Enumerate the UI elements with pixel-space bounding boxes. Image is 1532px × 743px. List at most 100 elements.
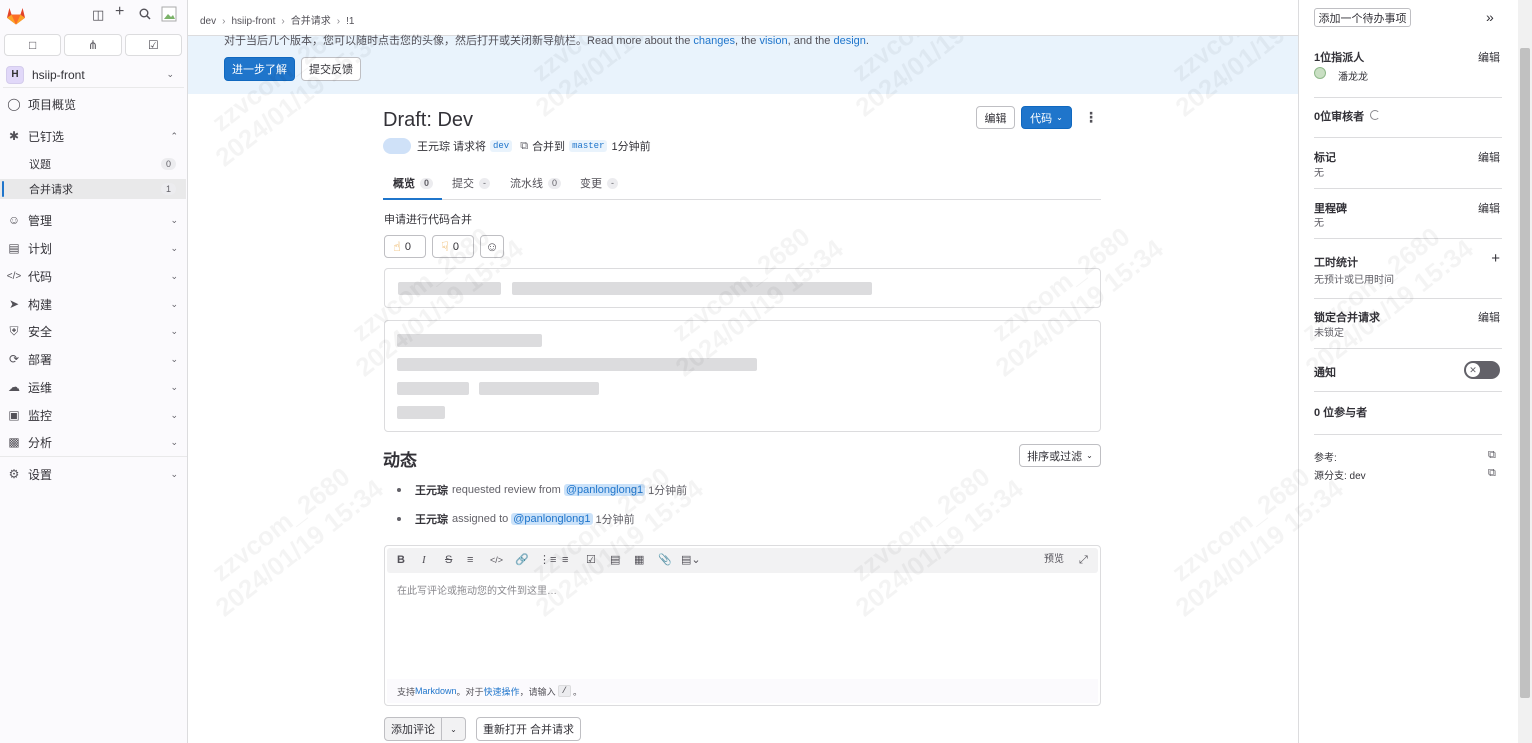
avatar-icon[interactable] <box>161 6 177 25</box>
notifications-title: 通知 <box>1314 367 1336 379</box>
nav-manage[interactable]: ☺ 管理 ⌄ <box>0 208 188 232</box>
nav-label: 分析 <box>28 435 53 450</box>
link-icon[interactable]: 🔗 <box>515 553 529 567</box>
add-time-icon[interactable]: + <box>1491 250 1500 267</box>
breadcrumb-item[interactable]: dev <box>200 16 216 27</box>
add-reaction-button[interactable]: ☺ <box>480 235 504 258</box>
assignee-name[interactable]: 潘龙龙 <box>1338 68 1368 83</box>
nav-monitor[interactable]: ▣ 监控 ⌄ <box>0 403 188 427</box>
search-icon[interactable] <box>139 8 151 23</box>
nav-code[interactable]: </> 代码 ⌄ <box>0 264 188 288</box>
italic-icon[interactable]: I <box>422 553 426 567</box>
gitlab-logo-icon[interactable] <box>6 6 26 25</box>
issues-tab-icon[interactable]: □ <box>4 34 62 56</box>
design-link[interactable]: design <box>833 35 865 47</box>
nav-operate[interactable]: ☁ 运维 ⌄ <box>0 375 188 399</box>
code-dropdown-button[interactable]: 代码 ⌄ <box>1021 106 1072 129</box>
event-user[interactable]: 王元琮 <box>415 511 448 527</box>
assignee-avatar[interactable] <box>1314 67 1326 79</box>
tab-commits[interactable]: 提交 - <box>452 175 490 191</box>
project-switcher[interactable]: H hsiip-front ⌄ <box>3 62 184 88</box>
author-name[interactable]: 王元琮 <box>417 138 450 154</box>
strikethrough-icon[interactable]: S <box>445 553 452 567</box>
source-branch-tag[interactable]: dev <box>490 140 513 152</box>
chevron-down-icon: ⌄ <box>170 325 178 336</box>
nav-label: 构建 <box>28 297 53 312</box>
learn-more-button[interactable]: 进一步了解 <box>224 57 295 81</box>
code-icon[interactable]: </> <box>490 553 503 567</box>
sort-filter-dropdown[interactable]: 排序或过滤 ⌄ <box>1019 444 1101 467</box>
thumbs-up-button[interactable]: ☝ 0 <box>384 235 426 258</box>
mr-meta: 王元琮 请求将 dev ⧉ 合并到 master 1分钟前 <box>383 138 651 154</box>
thumbs-down-button[interactable]: ☟ 0 <box>432 235 474 258</box>
user-mention[interactable]: @panlonglong1 <box>511 513 593 525</box>
comment-template-icon[interactable]: ▤⌄ <box>681 553 701 567</box>
milestone-edit-link[interactable]: 编辑 <box>1478 200 1500 216</box>
nav-settings[interactable]: ⚙ 设置 ⌄ <box>0 462 188 486</box>
nav-analyze[interactable]: ▩ 分析 ⌄ <box>0 430 188 454</box>
todo-tab-icon[interactable]: ☑ <box>124 34 182 56</box>
slash-code: / <box>557 685 571 697</box>
breadcrumb-item[interactable]: hsiip-front <box>231 16 275 27</box>
thumbs-down-count: 0 <box>452 240 460 253</box>
nav-pinned-merge-requests[interactable]: 合并请求 1 <box>0 179 186 199</box>
nav-deploy[interactable]: ⟳ 部署 ⌄ <box>0 347 188 371</box>
comment-textarea[interactable]: 在此写评论或拖动您的文件到这里… <box>397 582 557 597</box>
table-icon[interactable]: ▦ <box>634 553 644 567</box>
changes-link[interactable]: changes <box>693 35 735 47</box>
breadcrumb-item[interactable]: 合并请求 <box>291 16 331 27</box>
preview-button[interactable]: 预览 <box>1044 553 1064 567</box>
task-list-icon[interactable]: ☑ <box>586 553 596 567</box>
nav-label: 合并请求 <box>29 184 73 196</box>
nav-security[interactable]: ⛨ 安全 ⌄ <box>0 319 188 343</box>
assignee-edit-link[interactable]: 编辑 <box>1478 49 1500 65</box>
bold-icon[interactable]: B <box>397 553 405 567</box>
collapsible-icon[interactable]: ▤ <box>610 553 620 567</box>
sidebar-toggle-icon[interactable]: ◫ <box>92 8 104 22</box>
nav-project-overview[interactable]: ◯ 项目概览 <box>0 92 188 116</box>
reopen-mr-button[interactable]: 重新打开 合并请求 <box>476 717 581 741</box>
attach-icon[interactable]: 📎 <box>658 553 672 567</box>
nav-pinned[interactable]: ✱ 已钉选 ⌃ <box>0 124 188 148</box>
tab-pipelines[interactable]: 流水线 0 <box>510 175 562 191</box>
merge-requests-tab-icon[interactable]: ⋔ <box>64 34 122 56</box>
copy-reference-icon[interactable]: ⧉ <box>1488 449 1496 462</box>
fullscreen-icon[interactable]: ⤢ <box>1079 553 1088 567</box>
editor-footer: 支持 Markdown 。对于 快速操作 ，请输入 /。 <box>387 679 1098 703</box>
markdown-link[interactable]: Markdown <box>415 686 457 696</box>
user-mention[interactable]: @panlonglong1 <box>563 484 646 496</box>
add-comment-button[interactable]: 添加评论 <box>384 717 442 741</box>
copy-branch-icon[interactable]: ⧉ <box>1488 467 1496 480</box>
plus-icon[interactable]: + <box>115 4 124 20</box>
tab-overview[interactable]: 概览 0 <box>393 175 434 191</box>
feedback-button[interactable]: 提交反馈 <box>301 57 361 81</box>
quick-actions-link[interactable]: 快速操作 <box>484 685 520 698</box>
breadcrumb-item[interactable]: !1 <box>346 16 354 27</box>
chevron-down-icon: ⌄ <box>170 353 178 364</box>
nav-pinned-issues[interactable]: 议题 0 <box>0 154 186 174</box>
target-branch-tag[interactable]: master <box>569 140 608 152</box>
project-icon: ◯ <box>7 97 21 111</box>
more-actions-icon[interactable]: ⋮ <box>1084 109 1098 125</box>
lock-edit-link[interactable]: 编辑 <box>1478 309 1500 325</box>
vision-link[interactable]: vision <box>759 35 787 47</box>
nav-build[interactable]: ➤ 构建 ⌄ <box>0 292 188 316</box>
nav-plan[interactable]: ▤ 计划 ⌄ <box>0 236 188 260</box>
copy-icon[interactable]: ⧉ <box>520 140 528 153</box>
comment-options-dropdown[interactable]: ⌄ <box>441 717 466 741</box>
quote-icon[interactable]: ≡ <box>467 553 473 567</box>
event-action: requested review from <box>452 484 561 496</box>
banner-text-part: 对于当后几个版本，您可以随时点击您的头像，然后打开或关闭新导航栏。Read mo… <box>224 35 694 47</box>
watermark-line: 2024/01/19 15:34 <box>210 473 389 622</box>
bullet-list-icon[interactable]: ⋮≡ <box>539 553 556 567</box>
author-avatar[interactable] <box>383 138 411 154</box>
edit-button[interactable]: 编辑 <box>976 106 1015 129</box>
collapse-sidebar-icon[interactable]: » <box>1486 9 1494 25</box>
scrollbar-thumb[interactable] <box>1520 48 1530 698</box>
tab-changes[interactable]: 变更 - <box>580 175 618 191</box>
notifications-toggle[interactable]: ✕ <box>1464 361 1500 379</box>
event-user[interactable]: 王元琮 <box>415 482 448 498</box>
labels-edit-link[interactable]: 编辑 <box>1478 149 1500 165</box>
numbered-list-icon[interactable]: ≡ <box>562 553 568 567</box>
add-todo-button[interactable]: 添加一个待办事项 <box>1314 8 1411 27</box>
